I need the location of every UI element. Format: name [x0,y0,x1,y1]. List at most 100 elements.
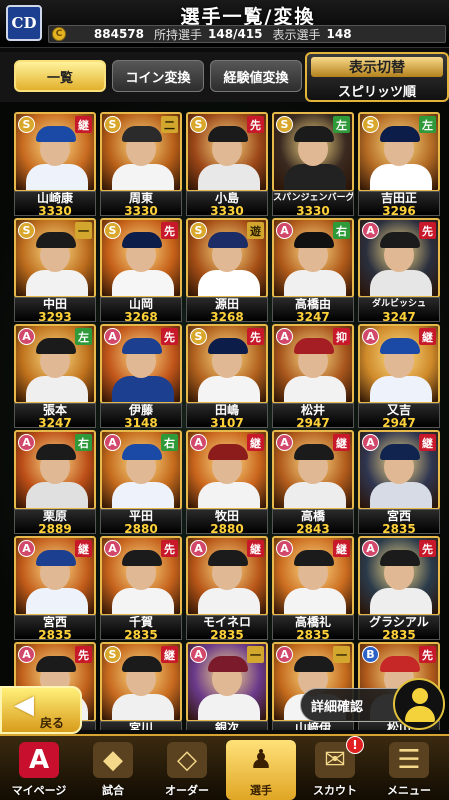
nav-item[interactable]: ◆ 試合 [78,740,148,800]
player-nameplate: 中田 3293 [14,297,96,324]
player-uniform [112,270,174,296]
player-cap [380,656,420,672]
player-uniform [370,588,432,614]
rarity-badge: S [18,116,35,133]
nav-item[interactable]: A マイページ [4,740,74,800]
player-card[interactable]: S 継宮川 [100,642,182,730]
nav-item-label: 試合 [102,784,124,797]
player-card[interactable]: S 遊源田 3268 [186,218,268,323]
player-nameplate: グラシアル 2835 [358,615,440,642]
player-nameplate: 張本 3247 [14,403,96,429]
player-portrait: S継 [100,642,182,722]
player-card[interactable]: A 右高橋由 3247 [272,218,354,323]
team-logo-icon: CD [6,5,42,41]
player-card[interactable]: A 継高橋 2843 [272,430,354,535]
player-card[interactable]: S 左吉田正 3296 [358,112,440,217]
player-detail-icon[interactable] [393,678,445,730]
player-card[interactable]: A 継又吉 2947 [358,324,440,429]
player-spirits-value: 3148 [124,416,158,430]
player-card[interactable]: A 継高橋礼 2835 [272,536,354,641]
detail-confirm-label: 詳細確認 [311,699,364,715]
player-cap [36,656,76,672]
player-card[interactable]: S 先山岡 3268 [100,218,182,323]
player-nameplate: スパンジェンバーグ 3330 [272,191,354,217]
nav-item[interactable]: ✉ スカウト! [300,736,370,800]
status-bar: C 884578 所持選手 148/415 表示選手 148 [48,25,446,43]
rarity-badge: S [190,116,207,133]
player-card[interactable]: S 二周東 3330 [100,112,182,217]
player-spirits-value: 3293 [38,310,72,324]
rarity-badge: A [362,222,379,239]
player-portrait: A継 [186,430,268,510]
player-uniform [26,376,88,402]
player-card[interactable]: A 先グラシアル 2835 [358,536,440,642]
player-cap [208,444,248,460]
player-card[interactable]: A 継牧田 2880 [186,430,268,536]
player-cap [122,444,162,460]
player-card[interactable]: A 右栗原 2889 [14,430,96,535]
player-card[interactable]: S 左スパンジェンバーグ 3330 [272,112,354,217]
nav-item[interactable]: ☰ メニュー [374,740,444,800]
position-badge: 遊 [247,222,264,239]
player-uniform [26,270,88,296]
player-uniform [26,164,88,190]
coin-icon: C [52,27,66,41]
player-card[interactable]: A 右平田 2880 [100,430,182,535]
player-cap [36,550,76,566]
player-nameplate: 松井 2947 [272,403,354,429]
rarity-badge: S [362,116,379,133]
player-spirits-value: 2880 [210,522,244,536]
player-portrait: S継 [14,112,96,192]
player-spirits-value: 3107 [210,416,244,430]
display-toggle-title: 表示切替 [311,57,443,77]
player-cap [36,338,76,354]
player-card[interactable]: S 一中田 3293 [14,218,96,324]
player-card[interactable]: A 一銀次 [186,642,268,730]
player-cap [36,126,76,142]
nav-item[interactable]: ◇ オーダー [152,740,222,800]
player-cap [208,126,248,142]
position-badge: 継 [333,434,350,451]
player-detail-icon-head [412,688,428,704]
player-nameplate: 宮西 2835 [14,615,96,641]
player-nameplate: 平田 2880 [100,509,182,535]
position-badge: 先 [161,328,178,345]
player-card[interactable]: S 先小島 3330 [186,112,268,217]
player-nameplate: 吉田正 3296 [358,191,440,217]
player-uniform [370,164,432,190]
back-arrow-icon: ◀ [14,690,34,720]
player-uniform [370,270,432,296]
player-card[interactable]: A 継宮西 2835 [14,536,96,641]
player-card[interactable]: A 継モイネロ 2835 [186,536,268,641]
tab-list[interactable]: 一覧 [14,60,106,92]
player-portrait: A右 [100,430,182,510]
player-card[interactable]: A 先伊藤 3148 [100,324,182,430]
player-card[interactable]: A 先千賀 2835 [100,536,182,641]
player-grid[interactable]: 33303330333033303330S継山崎康3330S二周東3330S先小… [0,102,449,730]
tab-coin-convert[interactable]: コイン変換 [112,60,204,92]
player-card[interactable]: S 継山崎康 3330 [14,112,96,217]
position-badge: 継 [419,434,436,451]
player-spirits-value: 2835 [382,628,416,642]
player-nameplate: 又吉 2947 [358,403,440,429]
player-card[interactable]: A 左張本 3247 [14,324,96,429]
player-name: 山﨑伊 [294,722,331,730]
position-badge: 継 [419,328,436,345]
back-button[interactable]: ◀ 戻る [0,686,82,734]
position-badge: 右 [161,434,178,451]
player-uniform [370,376,432,402]
player-card[interactable]: A 先ダルビッシュ 3247 [358,218,440,323]
coin-count: 884578 [93,27,144,41]
nav-item[interactable]: ♟ 選手 [226,740,296,800]
player-uniform [112,376,174,402]
display-toggle-button[interactable]: 表示切替 スピリッツ順 [305,52,449,102]
rarity-badge: S [18,222,35,239]
player-card[interactable]: S 先田嶋 3107 [186,324,268,430]
rarity-badge: A [362,434,379,451]
player-uniform [198,482,260,508]
player-cap [380,444,420,460]
player-nameplate: 田嶋 3107 [186,403,268,430]
player-card[interactable]: A 抑松井 2947 [272,324,354,429]
player-card[interactable]: A 継宮西 2835 [358,430,440,535]
tab-exp-convert[interactable]: 経験値変換 [210,60,302,92]
